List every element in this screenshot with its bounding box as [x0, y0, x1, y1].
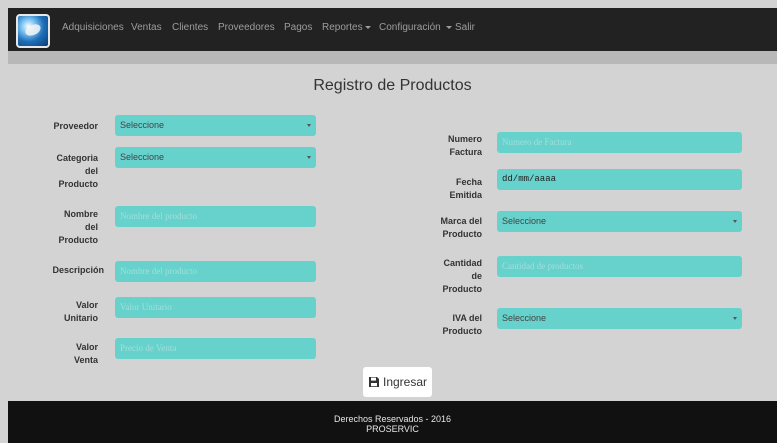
proveedor-select[interactable]: Seleccione	[115, 115, 316, 136]
footer-company: PROSERVIC	[366, 424, 419, 434]
globe-logo-icon[interactable]	[16, 14, 50, 48]
iva-label: IVA del Producto	[420, 312, 483, 338]
save-icon	[368, 377, 379, 387]
page-title: Registro de Productos	[313, 77, 472, 94]
ingresar-button-label: Ingresar	[382, 375, 428, 389]
iva-label-line-1: IVA del	[452, 313, 482, 323]
valor-unitario-input[interactable]: Valor Unitario	[115, 297, 316, 318]
nav-divider-strip	[8, 51, 777, 64]
footer: Derechos Reservados - 2016 PROSERVIC	[8, 401, 777, 443]
nav-salir[interactable]: Salir	[455, 22, 475, 33]
marca-select[interactable]: Seleccione	[497, 211, 742, 232]
valor-venta-input[interactable]: Precio de Venta	[115, 338, 316, 359]
nav-reportes-label: Reportes	[322, 22, 363, 33]
fecha-emitida-label-line-1: Fecha	[455, 177, 482, 187]
nav-reportes[interactable]: Reportes	[322, 22, 371, 33]
categoria-label-line-3: Producto	[58, 179, 99, 189]
cantidad-label-line-1: Cantidad	[443, 258, 482, 268]
cantidad-label: Cantidad de Producto	[420, 257, 483, 296]
marca-label-line-2: Producto	[442, 229, 483, 239]
valor-venta-label: Valor Venta	[40, 341, 98, 367]
ingresar-button[interactable]: Ingresar	[363, 367, 432, 397]
chevron-down-icon	[364, 25, 371, 29]
chevron-down-icon	[733, 317, 737, 320]
iva-select[interactable]: Seleccione	[497, 308, 742, 329]
nombre-label-line-3: Producto	[58, 235, 99, 245]
nav-pagos[interactable]: Pagos	[284, 22, 312, 33]
numero-factura-label-line-2: Factura	[449, 147, 482, 157]
valor-venta-label-line-2: Venta	[73, 355, 98, 365]
valor-unitario-label-line-2: Unitario	[63, 313, 98, 323]
proveedor-label: Proveedor	[53, 121, 98, 131]
fecha-emitida-label-line-2: Emitida	[449, 190, 482, 200]
fecha-emitida-label: Fecha Emitida	[420, 176, 482, 202]
nombre-producto-input[interactable]: Nombre del producto	[115, 206, 316, 227]
categoria-label-line-2: del	[84, 166, 98, 176]
nombre-label: Nombre del Producto	[40, 208, 99, 247]
categoria-select-value: Seleccione	[120, 152, 165, 162]
nombre-label-line-1: Nombre	[63, 209, 98, 219]
top-navbar: Adquisiciones Ventas Clientes Proveedore…	[8, 8, 777, 51]
descripcion-input[interactable]: Nombre del producto	[115, 261, 316, 282]
marca-select-value: Seleccione	[502, 216, 547, 226]
descripcion-label: Descripción	[52, 265, 104, 275]
nav-ventas[interactable]: Ventas	[131, 22, 162, 33]
chevron-down-icon	[733, 220, 737, 223]
numero-factura-label: Numero Factura	[420, 133, 482, 159]
nombre-label-line-2: del	[84, 222, 98, 232]
categoria-select[interactable]: Seleccione	[115, 147, 316, 168]
nav-adquisiciones[interactable]: Adquisiciones	[62, 22, 124, 33]
chevron-down-icon	[445, 25, 452, 29]
iva-label-line-2: Producto	[442, 326, 483, 336]
cantidad-label-line-2: de	[471, 271, 482, 281]
chevron-down-icon	[307, 124, 311, 127]
nav-clientes[interactable]: Clientes	[172, 22, 208, 33]
cantidad-input[interactable]: Cantidad de productos	[497, 256, 742, 277]
marca-label: Marca del Producto	[420, 215, 482, 241]
proveedor-select-value: Seleccione	[120, 120, 165, 130]
numero-factura-input[interactable]: Numero de Factura	[497, 132, 742, 153]
categoria-label-line-1: Categoria	[56, 153, 98, 163]
valor-unitario-label: Valor Unitario	[40, 299, 98, 325]
valor-unitario-label-line-1: Valor	[75, 300, 98, 310]
nav-proveedores[interactable]: Proveedores	[218, 22, 275, 33]
iva-select-value: Seleccione	[502, 313, 547, 323]
numero-factura-label-line-1: Numero	[447, 134, 482, 144]
nav-configuracion[interactable]: Configuración	[379, 22, 452, 33]
footer-copyright: Derechos Reservados - 2016	[333, 414, 452, 424]
chevron-down-icon	[307, 156, 311, 159]
categoria-label: Categoria del Producto	[40, 152, 98, 191]
fecha-emitida-date-input[interactable]: dd/mm/aaaa	[497, 169, 742, 190]
valor-venta-label-line-1: Valor	[75, 342, 98, 352]
cantidad-label-line-3: Producto	[442, 284, 483, 294]
marca-label-line-1: Marca del	[440, 216, 482, 226]
nav-configuracion-label: Configuración	[379, 22, 441, 33]
